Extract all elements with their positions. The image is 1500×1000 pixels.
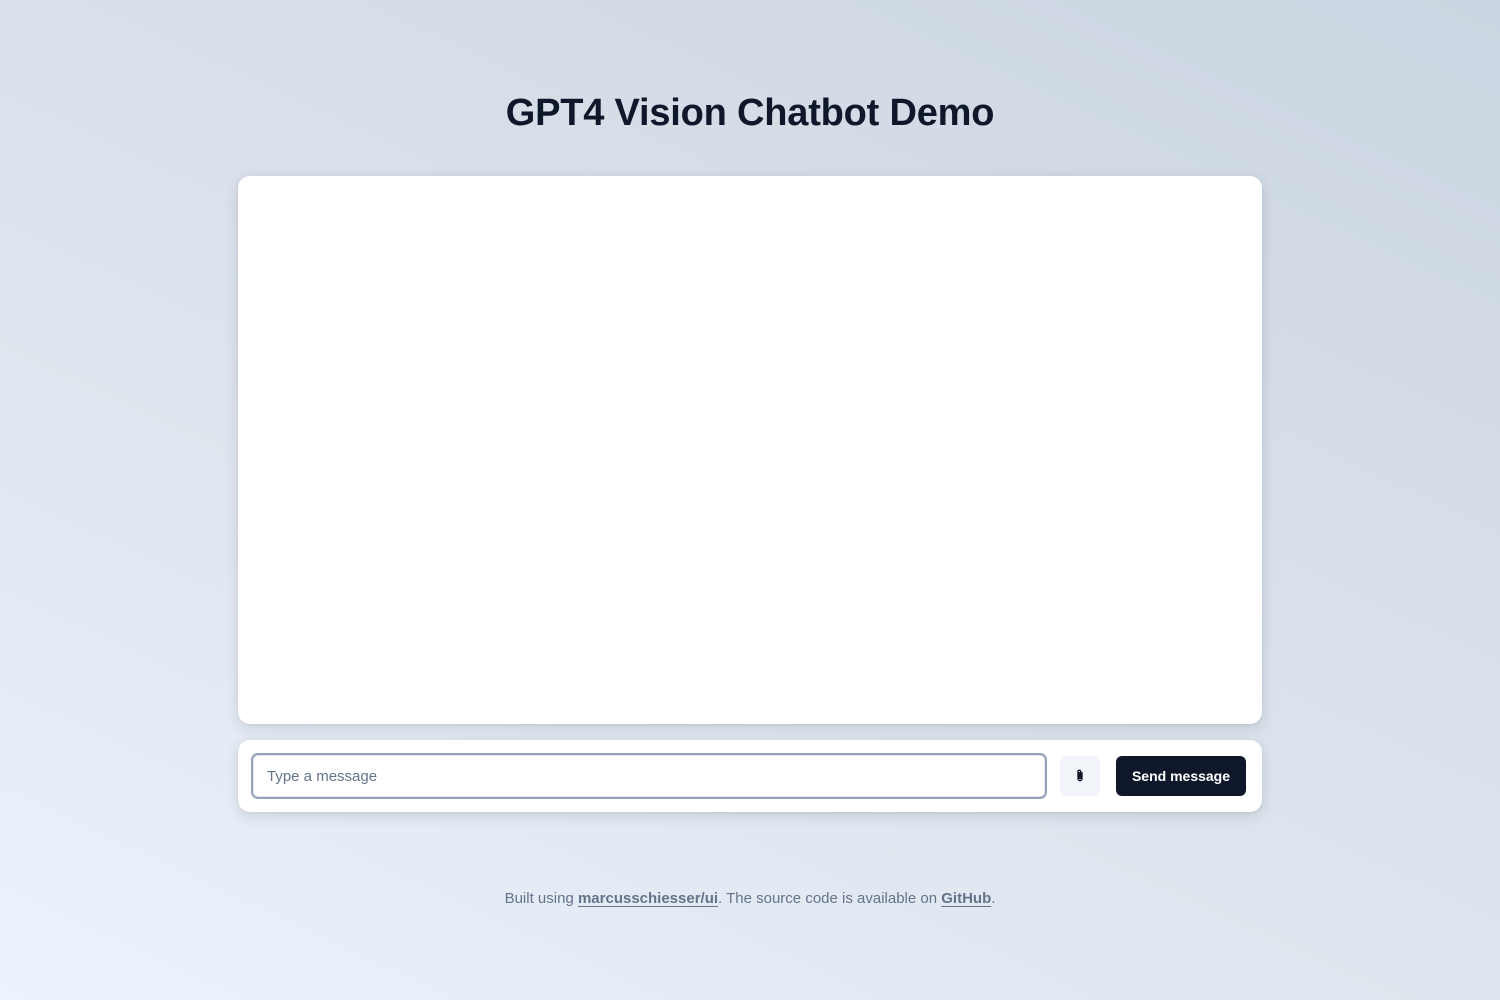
github-link[interactable]: GitHub: [941, 890, 991, 907]
message-composer: Send message: [238, 740, 1262, 812]
footer-suffix: .: [991, 890, 996, 907]
footer-prefix: Built using: [504, 890, 578, 907]
paperclip-icon: [1072, 768, 1088, 784]
send-message-button[interactable]: Send message: [1116, 756, 1246, 796]
footer-credits: Built using marcusschiesser/ui. The sour…: [0, 890, 1500, 907]
message-input[interactable]: [251, 753, 1047, 799]
chat-messages-panel[interactable]: [238, 176, 1262, 724]
footer-middle: . The source code is available on: [718, 890, 942, 907]
page-title: GPT4 Vision Chatbot Demo: [505, 92, 995, 134]
marcusschiesser-ui-link[interactable]: marcusschiesser/ui: [578, 890, 718, 907]
attach-file-button[interactable]: [1060, 756, 1100, 796]
